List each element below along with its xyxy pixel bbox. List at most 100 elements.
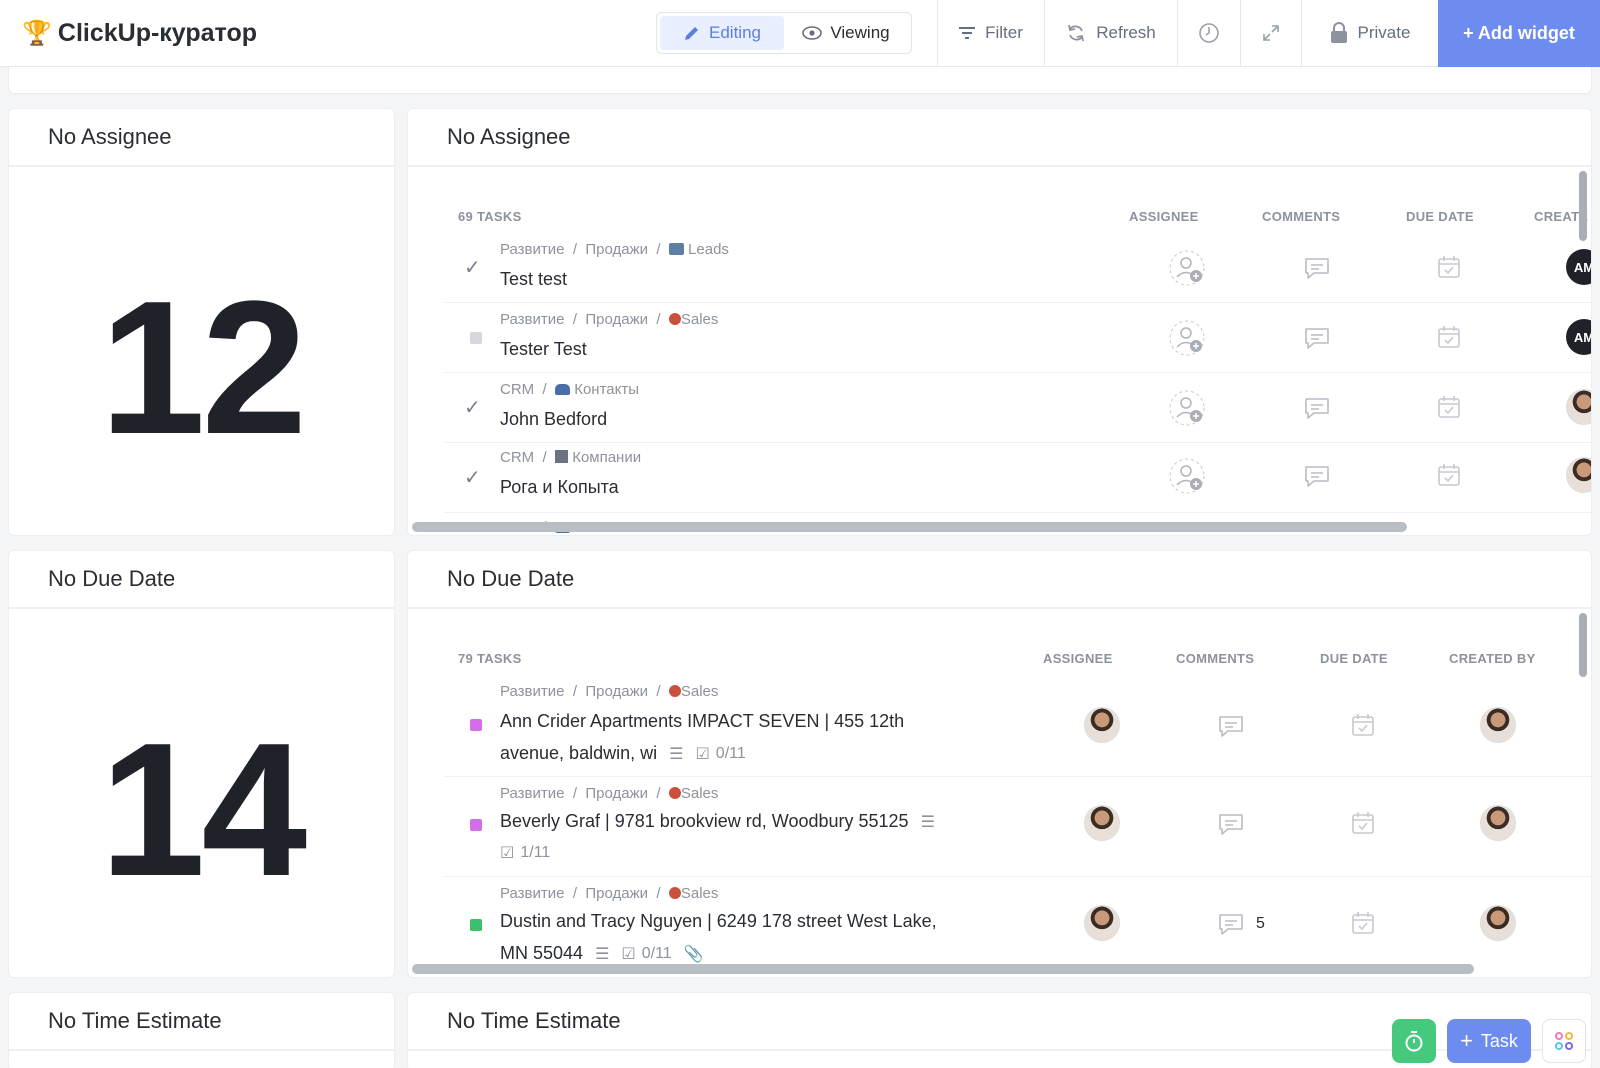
- calendar-icon[interactable]: [1436, 394, 1462, 420]
- add-assignee-icon[interactable]: [1168, 249, 1206, 287]
- checkbox-icon: ☑: [621, 945, 636, 963]
- assignee-column-header[interactable]: ASSIGNEE: [1129, 209, 1199, 224]
- task-name-continued[interactable]: MN 55044 ☰ ☑ 0/11 📎: [500, 943, 704, 964]
- calendar-icon[interactable]: [1436, 254, 1462, 280]
- apps-button[interactable]: [1542, 1019, 1586, 1063]
- task-name[interactable]: Dustin and Tracy Nguyen | 6249 178 stree…: [500, 911, 937, 932]
- task-name[interactable]: Test test: [500, 269, 567, 290]
- created-by-column-header[interactable]: CREATED BY: [1449, 651, 1536, 666]
- calendar-icon[interactable]: [1436, 462, 1462, 488]
- table-row[interactable]: Развитие / Продажи / Sales Tester Test A…: [444, 303, 1591, 373]
- horizontal-scrollbar[interactable]: [412, 522, 1407, 532]
- no-due-date-count-value: 14: [99, 704, 307, 916]
- comment-icon[interactable]: [1216, 713, 1246, 739]
- add-assignee-icon[interactable]: [1168, 319, 1206, 357]
- table-row[interactable]: ✓ CRM / Контакты John Bedford: [444, 373, 1591, 443]
- creator-avatar[interactable]: [1480, 707, 1516, 743]
- comment-icon[interactable]: [1302, 395, 1332, 421]
- widget-title: No Due Date: [9, 551, 394, 609]
- table-row[interactable]: Развитие / Продажи / Sales Dustin and Tr…: [444, 877, 1591, 977]
- status-square[interactable]: [470, 332, 482, 344]
- comment-icon[interactable]: [1302, 463, 1332, 489]
- list-header: 79 TASKS ASSIGNEE COMMENTS DUE DATE CREA…: [408, 651, 1591, 671]
- calendar-icon[interactable]: [1350, 910, 1376, 936]
- table-row[interactable]: Развитие / Продажи / Sales Ann Crider Ap…: [444, 675, 1591, 777]
- assignee-column-header[interactable]: ASSIGNEE: [1043, 651, 1113, 666]
- no-assignee-list-widget[interactable]: No Assignee 69 TASKS ASSIGNEE COMMENTS D…: [407, 108, 1592, 536]
- task-breadcrumb[interactable]: Развитие / Продажи / Sales: [500, 311, 718, 328]
- pencil-icon: [685, 27, 698, 40]
- add-widget-button[interactable]: + Add widget: [1438, 0, 1600, 67]
- task-breadcrumb[interactable]: CRM / Компании: [500, 449, 641, 466]
- comment-icon: [1219, 914, 1243, 935]
- no-time-estimate-count-widget[interactable]: No Time Estimate: [8, 992, 395, 1068]
- assignee-avatar[interactable]: [1084, 905, 1120, 941]
- status-square[interactable]: [470, 919, 482, 931]
- table-row[interactable]: Развитие / Продажи / Sales Beverly Graf …: [444, 777, 1591, 877]
- creator-avatar[interactable]: [1480, 805, 1516, 841]
- widget-title: No Assignee: [408, 109, 1591, 167]
- task-name[interactable]: Beverly Graf | 9781 brookview rd, Woodbu…: [500, 811, 935, 832]
- fullscreen-button[interactable]: [1240, 0, 1301, 66]
- clock-icon: [1199, 23, 1219, 43]
- add-assignee-icon[interactable]: [1168, 457, 1206, 495]
- viewing-mode-button[interactable]: Viewing: [784, 16, 908, 50]
- task-name-continued[interactable]: avenue, baldwin, wi ☰ ☑ 0/11: [500, 743, 746, 764]
- task-breadcrumb[interactable]: Развитие / Продажи / Sales: [500, 885, 718, 902]
- vertical-scrollbar[interactable]: [1579, 613, 1587, 677]
- add-assignee-icon[interactable]: [1168, 389, 1206, 427]
- status-square[interactable]: [470, 819, 482, 831]
- task-name[interactable]: Tester Test: [500, 339, 587, 360]
- creator-avatar[interactable]: [1566, 457, 1591, 493]
- new-task-button[interactable]: + Task: [1447, 1019, 1531, 1063]
- checkmark-icon[interactable]: ✓: [464, 395, 481, 420]
- comments-column-header[interactable]: COMMENTS: [1262, 209, 1340, 224]
- no-assignee-count-widget[interactable]: No Assignee 12: [8, 108, 395, 536]
- task-breadcrumb[interactable]: Развитие / Продажи / Sales: [500, 785, 718, 802]
- calendar-icon[interactable]: [1436, 324, 1462, 350]
- comment-icon[interactable]: [1302, 255, 1332, 281]
- due-date-column-header[interactable]: DUE DATE: [1320, 651, 1388, 666]
- editing-mode-button[interactable]: Editing: [660, 16, 784, 50]
- refresh-button[interactable]: Refresh: [1044, 0, 1177, 66]
- checkmark-icon[interactable]: ✓: [464, 465, 481, 490]
- status-square[interactable]: [470, 719, 482, 731]
- no-due-date-count-widget[interactable]: No Due Date 14: [8, 550, 395, 978]
- table-row[interactable]: ✓ CRM / Компании Рога и Копыта: [444, 443, 1591, 513]
- comment-icon[interactable]: [1216, 811, 1246, 837]
- history-button[interactable]: [1177, 0, 1240, 66]
- task-name[interactable]: John Bedford: [500, 409, 607, 430]
- timer-button[interactable]: [1392, 1019, 1436, 1063]
- task-breadcrumb[interactable]: Развитие / Продажи / Leads: [500, 241, 729, 258]
- assignee-avatar[interactable]: [1084, 707, 1120, 743]
- new-task-label: Task: [1480, 1030, 1518, 1051]
- task-count: 79 TASKS: [458, 651, 522, 666]
- task-name[interactable]: Ann Crider Apartments IMPACT SEVEN | 455…: [500, 711, 904, 732]
- dashboard-title[interactable]: ClickUp-куратор: [58, 19, 257, 48]
- list-header: 69 TASKS ASSIGNEE COMMENTS DUE DATE CREA…: [408, 209, 1591, 229]
- creator-avatar[interactable]: AM: [1566, 249, 1591, 285]
- editing-label: Editing: [709, 23, 761, 42]
- assignee-avatar[interactable]: [1084, 805, 1120, 841]
- trophy-icon: 🏆: [22, 19, 52, 47]
- horizontal-scrollbar[interactable]: [412, 964, 1474, 974]
- checkmark-icon[interactable]: ✓: [464, 255, 481, 280]
- private-button[interactable]: Private: [1301, 0, 1438, 66]
- due-date-column-header[interactable]: DUE DATE: [1406, 209, 1474, 224]
- comment-icon[interactable]: [1302, 325, 1332, 351]
- comments-column-header[interactable]: COMMENTS: [1176, 651, 1254, 666]
- task-breadcrumb[interactable]: CRM / Контакты: [500, 381, 639, 398]
- creator-avatar[interactable]: [1480, 905, 1516, 941]
- table-row[interactable]: ✓ Развитие / Продажи / Leads Test test A…: [444, 233, 1591, 303]
- creator-avatar[interactable]: [1566, 389, 1591, 425]
- building-icon: [555, 450, 569, 463]
- filter-button[interactable]: Filter: [937, 0, 1044, 66]
- task-name[interactable]: Рога и Копыта: [500, 477, 619, 498]
- creator-avatar[interactable]: AM: [1566, 319, 1591, 355]
- calendar-icon[interactable]: [1350, 712, 1376, 738]
- task-breadcrumb[interactable]: Развитие / Продажи / Sales: [500, 683, 718, 700]
- no-due-date-list-widget[interactable]: No Due Date 79 TASKS ASSIGNEE COMMENTS D…: [407, 550, 1592, 978]
- comments-cell[interactable]: 5: [1216, 911, 1265, 937]
- vertical-scrollbar[interactable]: [1579, 171, 1587, 241]
- calendar-icon[interactable]: [1350, 810, 1376, 836]
